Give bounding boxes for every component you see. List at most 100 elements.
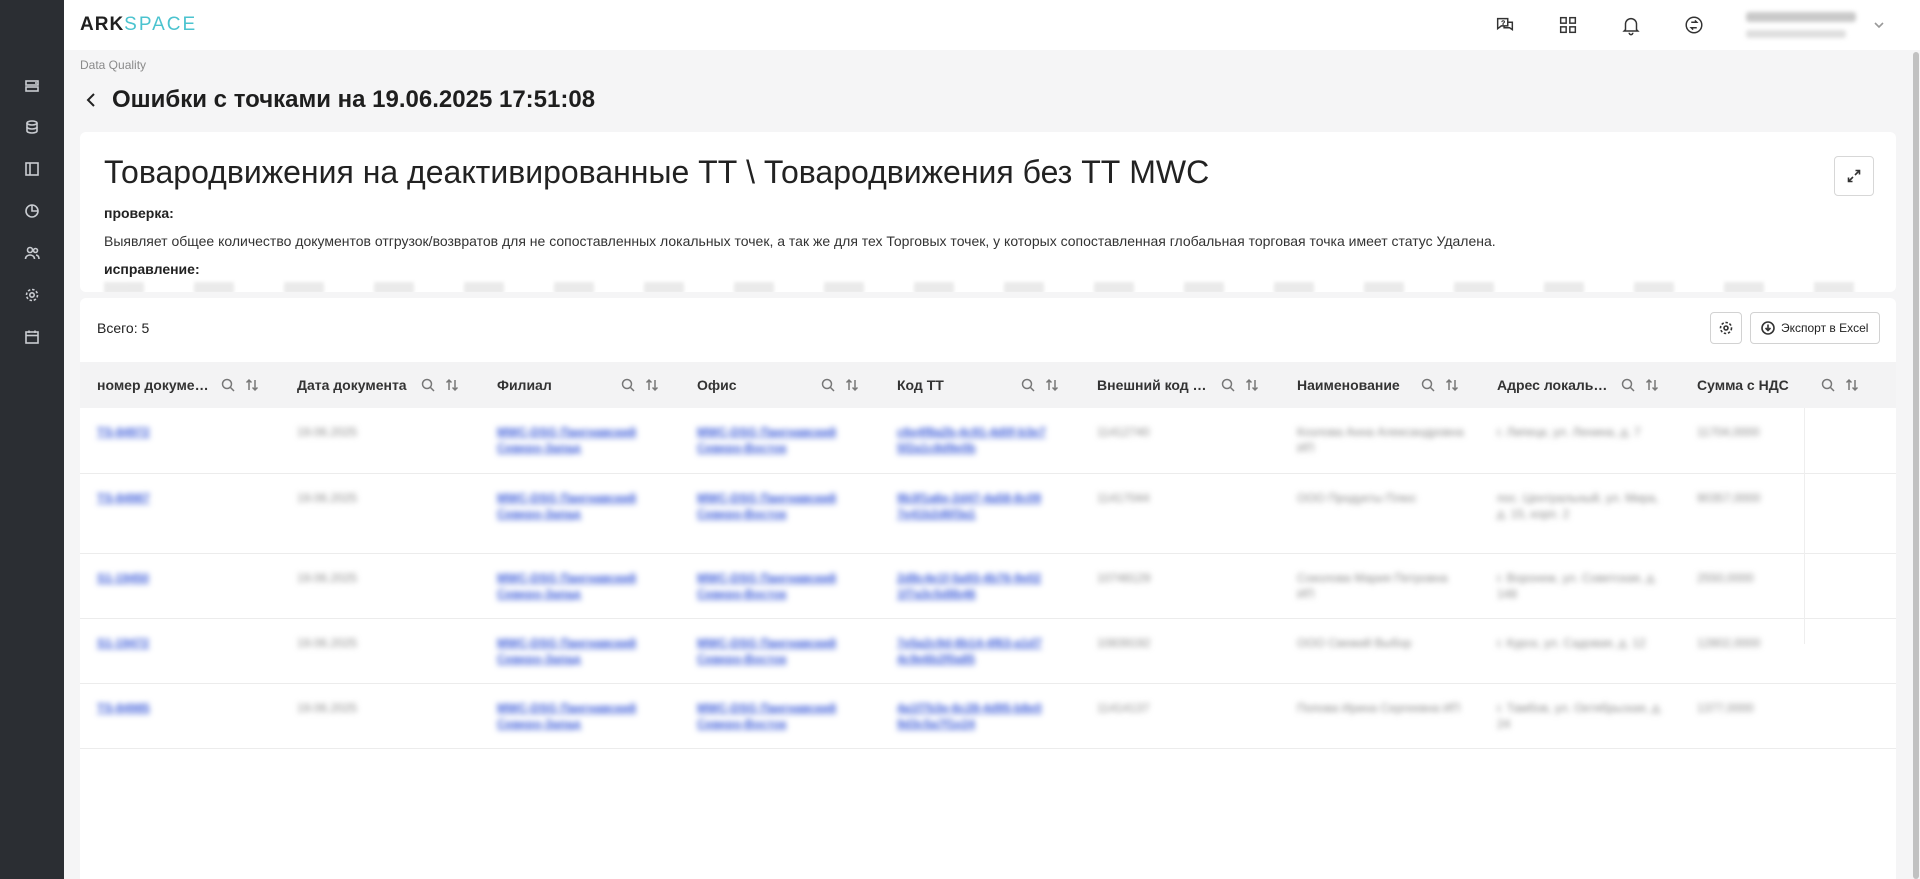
- column-header[interactable]: номер документа: [80, 362, 280, 408]
- column-header[interactable]: Адрес локальной ТТ: [1480, 362, 1680, 408]
- table-cell-link[interactable]: 9b3f1a6e-2d47-4a58-8c09 7e41b2d6f3a1: [897, 490, 1067, 522]
- help-chat-icon[interactable]: ?: [1493, 13, 1517, 37]
- sort-icon[interactable]: [1044, 377, 1060, 393]
- export-excel-button[interactable]: Экспорт в Excel: [1750, 312, 1880, 344]
- column-header[interactable]: Офис: [680, 362, 880, 408]
- column-header[interactable]: Филиал: [480, 362, 680, 408]
- search-icon[interactable]: [220, 377, 236, 393]
- sort-icon[interactable]: [1244, 377, 1260, 393]
- table-cell-link[interactable]: TS-84985: [97, 700, 267, 716]
- sort-icon[interactable]: [844, 377, 860, 393]
- breadcrumb[interactable]: Data Quality: [80, 58, 146, 72]
- table-cell: ООО Свежий Выбор: [1297, 636, 1412, 650]
- column-header-label: Код ТТ: [897, 377, 944, 393]
- sort-icon[interactable]: [244, 377, 260, 393]
- user-profile[interactable]: [1746, 10, 1866, 40]
- column-header[interactable]: Внешний код ТТ: [1080, 362, 1280, 408]
- table-cell-link[interactable]: 2d8c4e1f-5a93-4b76-9e02 1f7a3c5d8b46: [897, 570, 1067, 602]
- table-cell: г. Липецк, ул. Ленина, д. 7: [1497, 425, 1641, 439]
- table-cell-link[interactable]: S1-19472: [97, 635, 267, 651]
- column-header-label: Филиал: [497, 377, 552, 393]
- table-cell-link[interactable]: MWC-DSG Пангнавский Северо-Запад: [497, 700, 667, 732]
- table-cell-link[interactable]: MWC-DSG Пангнавский Северо-Восток: [697, 490, 867, 522]
- users-icon[interactable]: [22, 243, 42, 263]
- apps-grid-icon[interactable]: [1556, 13, 1580, 37]
- table-cell: 90357,0000: [1697, 491, 1761, 505]
- column-header[interactable]: Код ТТ: [880, 362, 1080, 408]
- sync-icon[interactable]: [1682, 13, 1706, 37]
- table-row[interactable]: TS-84987 19.06.2025 MWC-DSG Пангнавский Се…: [80, 474, 1896, 554]
- sort-icon[interactable]: [644, 377, 660, 393]
- search-icon[interactable]: [1820, 377, 1836, 393]
- table-row[interactable]: S1-19450 19.06.2025 MWC-DSG Пангнавский Се…: [80, 554, 1896, 619]
- table-cell: г. Тамбов, ул. Октябрьская, д. 24: [1497, 701, 1663, 731]
- column-header-label: номер документа: [97, 377, 209, 393]
- column-header[interactable]: Сумма с НДС: [1680, 362, 1880, 408]
- table-cell-link[interactable]: MWC-DSG Пангнавский Северо-Восток: [697, 635, 867, 667]
- bell-icon[interactable]: [1619, 13, 1643, 37]
- sort-icon[interactable]: [1644, 377, 1660, 393]
- check-title: Товародвижения на деактивированные ТТ \ …: [104, 154, 1210, 190]
- search-icon[interactable]: [420, 377, 436, 393]
- table-cell-link[interactable]: MWC-DSG Пангнавский Северо-Запад: [497, 570, 667, 602]
- gear-icon[interactable]: [22, 285, 42, 305]
- table-cell-link[interactable]: TS-84987: [97, 490, 267, 506]
- table-cell: 19.06.2025: [297, 571, 358, 585]
- sort-icon[interactable]: [1844, 377, 1860, 393]
- table-cell: 11412740: [1097, 425, 1150, 439]
- column-header-label: Адрес локальной ТТ: [1497, 377, 1609, 393]
- table-cell: 11414137: [1097, 701, 1150, 715]
- svg-text:?: ?: [1501, 20, 1505, 27]
- table-cell: ООО Продукты Плюс: [1297, 491, 1417, 505]
- top-bar: ARKSPACE ?: [64, 0, 1920, 50]
- column-header-label: Наименование: [1297, 377, 1400, 393]
- column-header-label: Внешний код ТТ: [1097, 377, 1209, 393]
- search-icon[interactable]: [1420, 377, 1436, 393]
- table-cell-link[interactable]: MWC-DSG Пангнавский Северо-Запад: [497, 424, 667, 456]
- sort-icon[interactable]: [1444, 377, 1460, 393]
- calendar-icon[interactable]: [22, 327, 42, 347]
- column-header-label: Дата документа: [297, 377, 407, 393]
- column-header[interactable]: Дата документа: [280, 362, 480, 408]
- table-cell-link[interactable]: MWC-DSG Пангнавский Северо-Запад: [497, 490, 667, 522]
- fix-text-overflow: [104, 282, 1864, 292]
- pie-chart-icon[interactable]: [22, 201, 42, 221]
- table-cell-link[interactable]: MWC-DSG Пангнавский Северо-Запад: [497, 635, 667, 667]
- back-arrow-icon[interactable]: [82, 90, 102, 110]
- chevron-down-icon[interactable]: [1872, 18, 1886, 32]
- table-cell-link[interactable]: S1-19450: [97, 570, 267, 586]
- search-icon[interactable]: [820, 377, 836, 393]
- table-row[interactable]: TS-84985 19.06.2025 MWC-DSG Пангнавский Се…: [80, 684, 1896, 749]
- column-header-label: Офис: [697, 377, 737, 393]
- table-cell-link[interactable]: MWC-DSG Пангнавский Северо-Восток: [697, 424, 867, 456]
- sort-icon[interactable]: [444, 377, 460, 393]
- database-icon[interactable]: [22, 117, 42, 137]
- table-cell-link[interactable]: c6e4f8a2b-4c91-4d0f-b3e7 5f2a1c8d9e0b: [897, 424, 1067, 456]
- table-cell-link[interactable]: 7e5a2c9d-8b14-4f63-a1d7 4c9e6b2f0a85: [897, 635, 1067, 667]
- table-cell-link[interactable]: 4a1f7b3e-6c28-4d95-b8e0 9d3c5a7f1e24: [897, 700, 1067, 732]
- table-settings-button[interactable]: [1710, 312, 1742, 344]
- table-cell: 1377,0000: [1697, 701, 1754, 715]
- table-cell: 10748129: [1097, 571, 1151, 585]
- search-icon[interactable]: [1620, 377, 1636, 393]
- expand-button[interactable]: [1834, 156, 1874, 196]
- search-icon[interactable]: [620, 377, 636, 393]
- search-icon[interactable]: [1020, 377, 1036, 393]
- table-cell-link[interactable]: TS-84972: [97, 424, 267, 440]
- table-cell-link[interactable]: MWC-DSG Пангнавский Северо-Восток: [697, 570, 867, 602]
- column-header[interactable]: Наименование: [1280, 362, 1480, 408]
- search-icon[interactable]: [1220, 377, 1236, 393]
- list-icon[interactable]: [22, 76, 42, 96]
- table-cell: Соколова Мария Петровна ИП: [1297, 571, 1448, 601]
- scrollbar-thumb[interactable]: [1913, 52, 1919, 879]
- description-card: Товародвижения на деактивированные ТТ \ …: [80, 132, 1896, 292]
- table-cell-link[interactable]: MWC-DSG Пангнавский Северо-Восток: [697, 700, 867, 732]
- table-row[interactable]: TS-84972 19.06.2025 MWC-DSG Пангнавский Се…: [80, 408, 1896, 474]
- gear-icon: [1719, 321, 1733, 335]
- column-divider: [1804, 408, 1805, 644]
- table-row[interactable]: S1-19472 19.06.2025 MWC-DSG Пангнавский Се…: [80, 619, 1896, 684]
- table-cell: 11704,0000: [1697, 425, 1760, 439]
- app-logo[interactable]: ARKSPACE: [80, 14, 197, 36]
- panel-icon[interactable]: [22, 159, 42, 179]
- user-name: [1746, 12, 1856, 22]
